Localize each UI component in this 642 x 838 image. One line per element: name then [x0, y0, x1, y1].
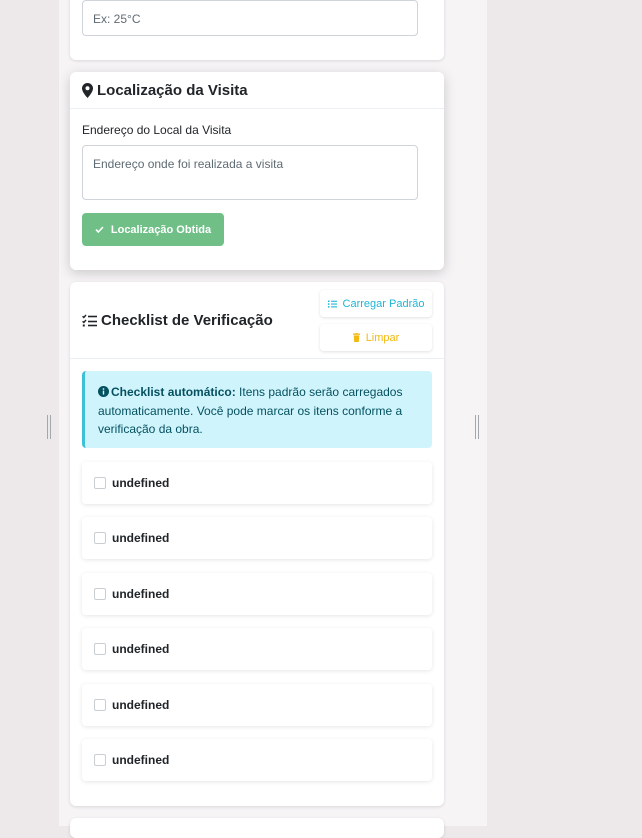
checklist-item[interactable]: undefined: [82, 517, 432, 559]
load-default-label: Carregar Padrão: [342, 297, 425, 310]
checklist-item-checkbox[interactable]: [94, 643, 106, 655]
checklist-item-label: undefined: [112, 476, 170, 490]
list-icon: [327, 300, 337, 308]
info-icon: [98, 384, 109, 402]
checklist-item-label: undefined: [112, 587, 170, 601]
checklist-item-checkbox[interactable]: [94, 754, 106, 766]
clear-button[interactable]: Limpar: [320, 324, 432, 351]
location-obtained-button[interactable]: Localização Obtida: [82, 213, 224, 246]
location-card-title: Localização da Visita: [97, 81, 248, 99]
location-card-header: Localização da Visita: [70, 72, 444, 109]
next-card: [70, 818, 444, 838]
checklist-info-alert: Checklist automático: Itens padrão serão…: [82, 371, 432, 448]
checklist-item-label: undefined: [112, 698, 170, 712]
address-textarea[interactable]: Endereço onde foi realizada a visita: [82, 145, 418, 200]
trash-icon: [352, 333, 360, 342]
right-resize-handle[interactable]: [475, 415, 479, 439]
checklist-item[interactable]: undefined: [82, 573, 432, 615]
left-resize-handle[interactable]: [47, 415, 51, 439]
load-default-button[interactable]: Carregar Padrão: [320, 290, 432, 317]
checklist-item[interactable]: undefined: [82, 739, 432, 781]
checklist-item-label: undefined: [112, 531, 170, 545]
temperature-card: Ex: 25°C: [70, 0, 444, 60]
checklist-card: Checklist de Verificação Carregar Padrão…: [70, 282, 444, 806]
checklist-item-checkbox[interactable]: [94, 588, 106, 600]
checklist-item-label: undefined: [112, 642, 170, 656]
checklist-card-title: Checklist de Verificação: [101, 311, 273, 329]
address-label: Endereço do Local da Visita: [82, 123, 232, 137]
alert-bold-text: Checklist automático:: [111, 385, 236, 399]
checklist-item-label: undefined: [112, 753, 170, 767]
check-icon: [95, 226, 104, 233]
clear-label: Limpar: [365, 331, 400, 344]
address-placeholder: Endereço onde foi realizada a visita: [93, 157, 284, 171]
location-button-label: Localização Obtida: [110, 223, 212, 236]
map-pin-icon: [82, 82, 93, 98]
checklist-item-checkbox[interactable]: [94, 477, 106, 489]
checklist-item-checkbox[interactable]: [94, 532, 106, 544]
location-card: Localização da Visita Endereço do Local …: [70, 72, 444, 270]
checklist-item[interactable]: undefined: [82, 628, 432, 670]
checklist-icon: [82, 314, 97, 327]
checklist-item[interactable]: undefined: [82, 684, 432, 726]
checklist-item-checkbox[interactable]: [94, 699, 106, 711]
temperature-input[interactable]: Ex: 25°C: [82, 0, 418, 36]
checklist-item[interactable]: undefined: [82, 462, 432, 504]
